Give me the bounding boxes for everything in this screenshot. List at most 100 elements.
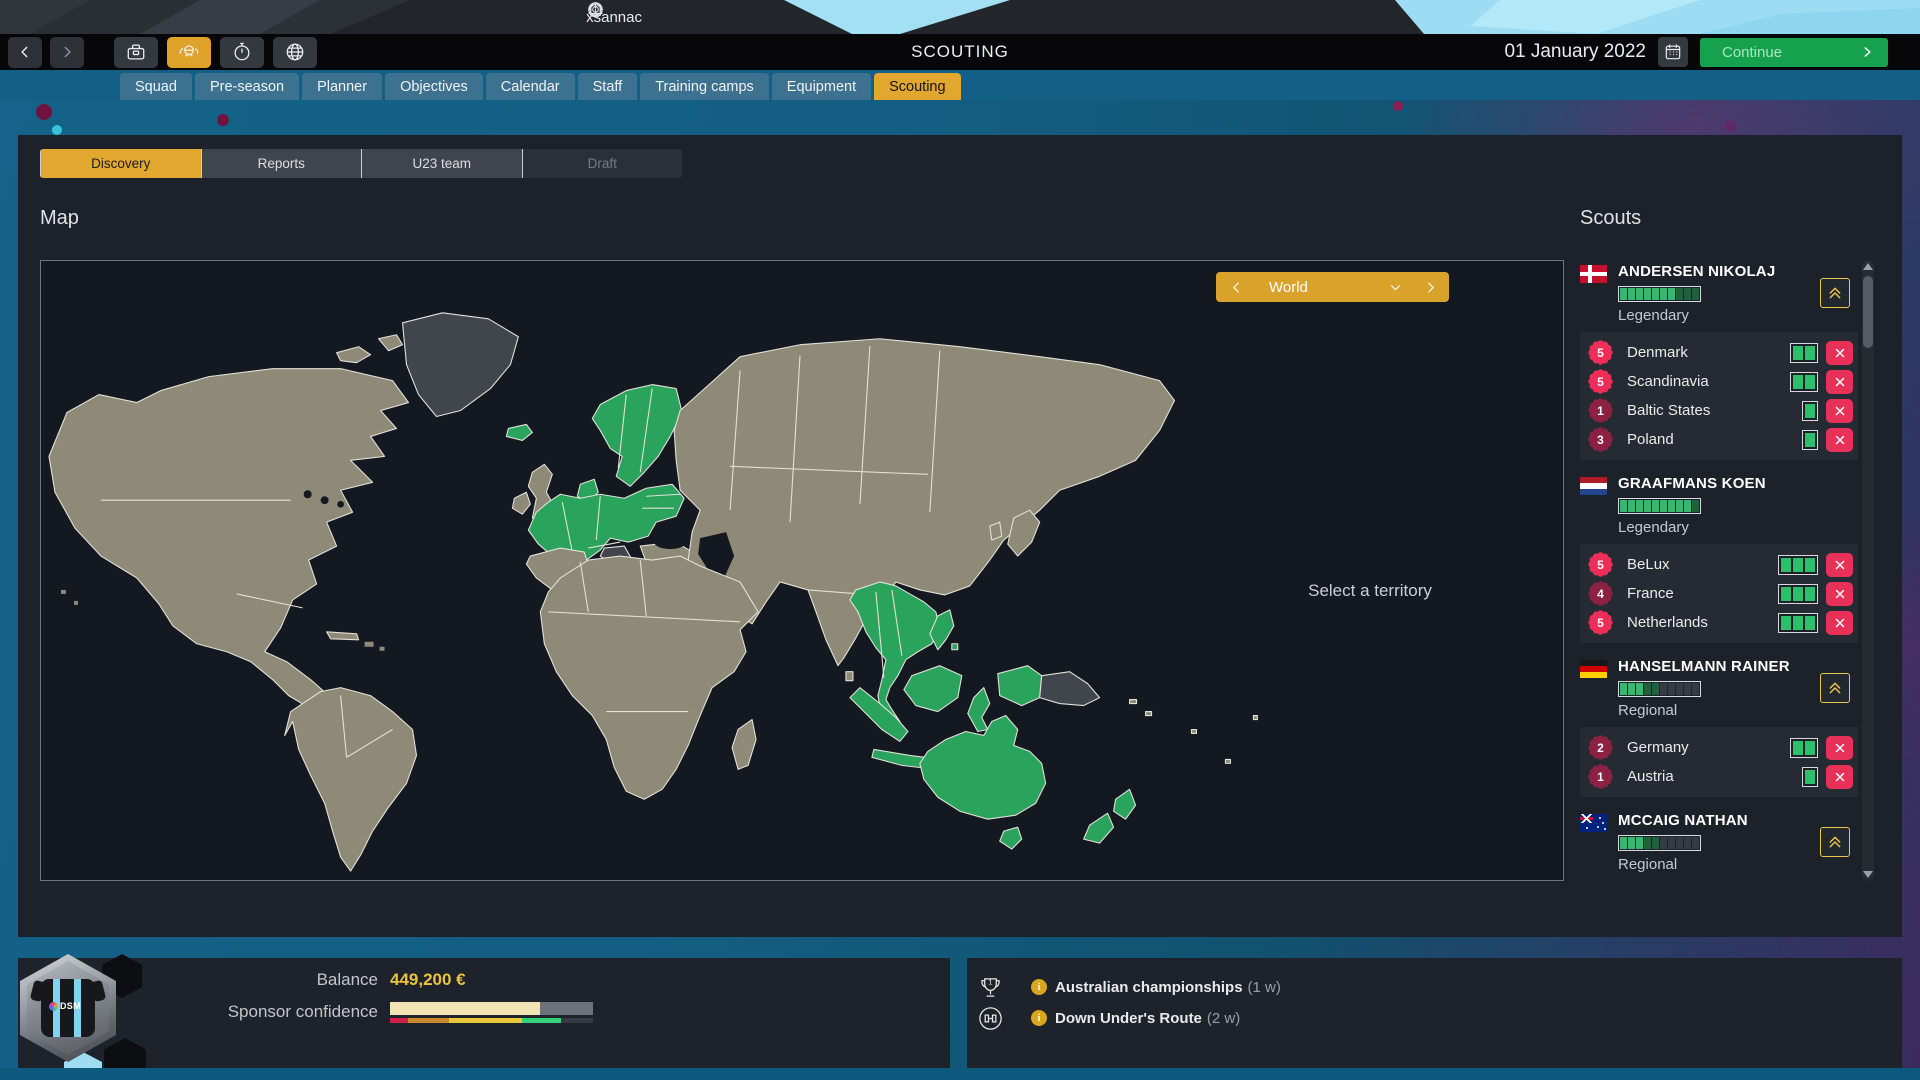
territory-intensity-icon[interactable] <box>1790 343 1818 363</box>
event-row[interactable]: i Down Under's Route (2 w) <box>975 1003 1240 1033</box>
remove-territory-button[interactable] <box>1826 370 1853 394</box>
event-row[interactable]: 1 i Australian championships (1 w) <box>975 972 1281 1002</box>
remove-territory-button[interactable] <box>1826 428 1853 452</box>
info-icon[interactable] <box>806 7 826 27</box>
scout-block[interactable]: GRAAFMANS KOEN Legendary 5 BeLux <box>1580 472 1858 643</box>
territory-stars-value: 5 <box>1597 616 1604 630</box>
scout-header[interactable]: ANDERSEN NIKOLAJ Legendary <box>1580 260 1858 332</box>
territory-rows: 5 Denmark 5 Scandinavia <box>1580 332 1858 460</box>
scouting-panel: DiscoveryReportsU23 teamDraft Map <box>18 135 1902 937</box>
nav-tab-planner[interactable]: Planner <box>302 73 382 100</box>
trophy-icon: 1 <box>975 974 1005 1001</box>
world-map-svg[interactable] <box>41 261 1563 880</box>
main-nav: SquadPre-seasonPlannerObjectivesCalendar… <box>0 70 1920 100</box>
nav-tab-training-camps[interactable]: Training camps <box>640 73 769 100</box>
calendar-icon[interactable] <box>1658 37 1688 67</box>
territory-intensity-icon[interactable] <box>1802 430 1818 450</box>
nav-tab-objectives[interactable]: Objectives <box>385 73 483 100</box>
territory-row[interactable]: 3 Poland <box>1588 425 1853 454</box>
scroll-up-arrow[interactable] <box>1863 263 1873 270</box>
subtab-u23-team[interactable]: U23 team <box>361 149 522 178</box>
remove-territory-button[interactable] <box>1826 611 1853 635</box>
territory-intensity-icon[interactable] <box>1802 401 1818 421</box>
territory-row[interactable]: 5 Scandinavia <box>1588 367 1853 396</box>
territory-intensity-icon[interactable] <box>1790 738 1818 758</box>
territory-intensity-icon[interactable] <box>1778 584 1818 604</box>
promote-scout-button[interactable] <box>1820 673 1850 703</box>
territory-row[interactable]: 5 Netherlands <box>1588 608 1853 637</box>
territory-prev-icon[interactable] <box>1230 281 1243 294</box>
territory-row[interactable]: 5 Denmark <box>1588 338 1853 367</box>
event-label: Australian championships <box>1055 979 1243 996</box>
settings-icon[interactable] <box>760 7 780 27</box>
scout-block[interactable]: ANDERSEN NIKOLAJ Legendary 5 Denmark <box>1580 260 1858 460</box>
scout-header[interactable]: HANSELMANN RAINER Regional <box>1580 655 1858 727</box>
scout-header[interactable]: GRAAFMANS KOEN Legendary <box>1580 472 1858 544</box>
territory-intensity-icon[interactable] <box>1778 555 1818 575</box>
territory-stars-badge: 5 <box>1588 610 1613 635</box>
remove-territory-button[interactable] <box>1826 399 1853 423</box>
nav-tab-squad[interactable]: Squad <box>120 73 192 100</box>
chevron-down-icon[interactable] <box>1389 281 1402 294</box>
promote-scout-button[interactable] <box>1820 827 1850 857</box>
nav-tab-scouting[interactable]: Scouting <box>874 73 960 100</box>
close-icon <box>1834 742 1846 754</box>
home-icon[interactable] <box>714 7 734 27</box>
scout-block[interactable]: MCCAIG NATHAN Regional <box>1580 809 1858 881</box>
territory-row[interactable]: 4 France <box>1588 579 1853 608</box>
territory-intensity-icon[interactable] <box>1790 372 1818 392</box>
bell-icon[interactable] <box>668 7 688 27</box>
territory-row[interactable]: 2 Germany <box>1588 733 1853 762</box>
scout-level: Legendary <box>1618 307 1858 324</box>
scout-level: Regional <box>1618 702 1858 719</box>
scout-header[interactable]: MCCAIG NATHAN Regional <box>1580 809 1858 881</box>
territory-row[interactable]: 1 Austria <box>1588 762 1853 791</box>
scout-name: GRAAFMANS KOEN <box>1618 475 1858 492</box>
close-icon <box>1834 588 1846 600</box>
event-duration: (2 w) <box>1207 1010 1240 1027</box>
territory-row[interactable]: 1 Baltic States <box>1588 396 1853 425</box>
nav-tab-label: Scouting <box>889 79 945 95</box>
territory-intensity-icon[interactable] <box>1802 767 1818 787</box>
scouts-scrollbar[interactable] <box>1862 260 1874 881</box>
territory-stars-badge: 5 <box>1588 552 1613 577</box>
nav-tab-pre-season[interactable]: Pre-season <box>195 73 299 100</box>
territory-row[interactable]: 5 BeLux <box>1588 550 1853 579</box>
continue-button[interactable]: Continue <box>1700 38 1888 67</box>
subtab-discovery[interactable]: Discovery <box>40 149 201 178</box>
territory-selector[interactable]: World <box>1216 272 1449 302</box>
territory-intensity-icon[interactable] <box>1778 613 1818 633</box>
subtab-reports[interactable]: Reports <box>201 149 362 178</box>
territory-stars-value: 5 <box>1597 375 1604 389</box>
scrollbar-track[interactable] <box>1862 260 1874 881</box>
world-map[interactable]: World Select a territory <box>40 260 1564 881</box>
remove-territory-button[interactable] <box>1826 341 1853 365</box>
territory-next-icon[interactable] <box>1424 281 1437 294</box>
nav-tab-equipment[interactable]: Equipment <box>772 73 871 100</box>
subtab-draft[interactable]: Draft <box>522 149 683 178</box>
sponsor-confidence-bar <box>390 1002 593 1015</box>
territory-name: Poland <box>1627 431 1802 448</box>
balance-label: Balance <box>218 970 378 990</box>
scrollbar-thumb[interactable] <box>1863 276 1873 348</box>
power-icon[interactable] <box>852 7 872 27</box>
scout-block[interactable]: HANSELMANN RAINER Regional 2 Germany <box>1580 655 1858 797</box>
scroll-down-arrow[interactable] <box>1863 871 1873 878</box>
remove-territory-button[interactable] <box>1826 736 1853 760</box>
event-info-icon[interactable]: i <box>1031 979 1047 995</box>
scout-skill-bar <box>1618 498 1701 514</box>
event-info-icon[interactable]: i <box>1031 1010 1047 1026</box>
promote-scout-button[interactable] <box>1820 278 1850 308</box>
dumbbell-icon <box>975 1005 1005 1032</box>
scout-flag-icon <box>1580 814 1607 832</box>
nav-tab-staff[interactable]: Staff <box>578 73 638 100</box>
nav-tab-calendar[interactable]: Calendar <box>486 73 575 100</box>
remove-territory-button[interactable] <box>1826 765 1853 789</box>
decor-dot <box>217 114 229 126</box>
remove-territory-button[interactable] <box>1826 553 1853 577</box>
remove-territory-button[interactable] <box>1826 582 1853 606</box>
territory-selector-value: World <box>1269 279 1389 296</box>
sponsor-confidence-strip <box>390 1018 593 1023</box>
double-chevron-up-icon <box>1827 680 1843 696</box>
scout-skill-bar <box>1618 286 1701 302</box>
